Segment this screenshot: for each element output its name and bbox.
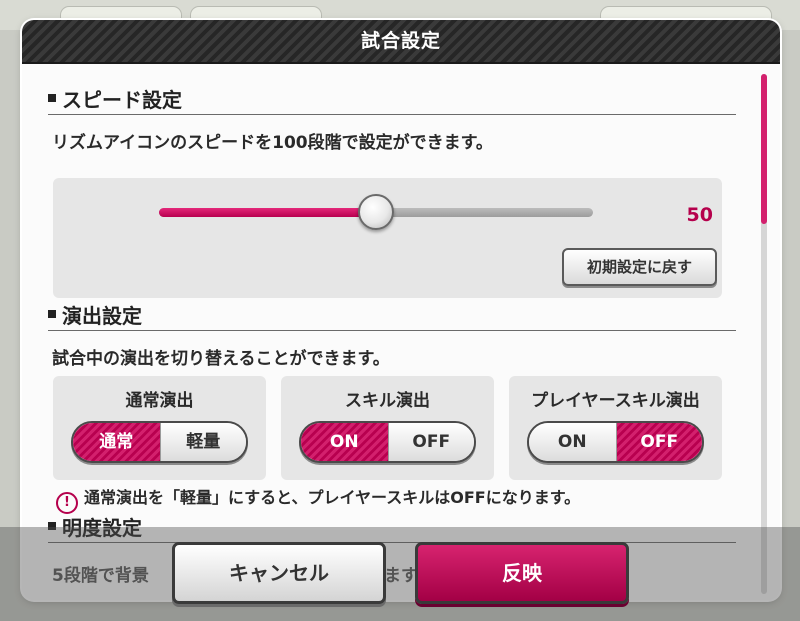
section-bullet-icon	[48, 94, 56, 102]
cancel-button[interactable]: キャンセル	[172, 542, 386, 604]
player-skill-effect-title: プレイヤースキル演出	[531, 391, 700, 411]
warning-text: 通常演出を「軽量」にすると、プレイヤースキルはOFFになります。	[84, 488, 581, 507]
speed-description: リズムアイコンのスピードを100段階で設定ができます。	[52, 133, 493, 153]
effects-description: 試合中の演出を切り替えることができます。	[52, 349, 390, 369]
normal-option[interactable]: 通常	[73, 423, 160, 461]
normal-effect-card: 通常演出 通常 軽量	[53, 376, 266, 480]
player-skill-on-option[interactable]: ON	[529, 423, 616, 461]
speed-section-heading: スピード設定	[48, 86, 736, 115]
player-skill-effect-toggle[interactable]: ON OFF	[527, 421, 704, 463]
scrollbar-thumb[interactable]	[761, 74, 767, 224]
dialog-content: スピード設定 リズムアイコンのスピードを100段階で設定ができます。 50 初期…	[22, 64, 780, 600]
skill-effect-card: スキル演出 ON OFF	[281, 376, 494, 480]
skill-effect-off-option[interactable]: OFF	[387, 423, 474, 461]
light-option[interactable]: 軽量	[159, 423, 246, 461]
dialog-title: 試合設定	[22, 20, 780, 64]
skill-effect-toggle[interactable]: ON OFF	[299, 421, 476, 463]
exclamation-circle-icon: !	[56, 492, 78, 514]
player-skill-off-option[interactable]: OFF	[615, 423, 702, 461]
scrollbar[interactable]	[761, 74, 767, 594]
reset-speed-button[interactable]: 初期設定に戻す	[562, 248, 717, 286]
normal-effect-title: 通常演出	[125, 391, 194, 411]
speed-slider-fill	[159, 208, 376, 217]
speed-slider-knob[interactable]	[358, 194, 394, 230]
speed-value: 50	[686, 204, 713, 226]
bottom-button-bar	[0, 527, 800, 621]
speed-heading-text: スピード設定	[62, 88, 182, 112]
effects-section-heading: 演出設定	[48, 302, 736, 331]
section-bullet-icon	[48, 310, 56, 318]
apply-button[interactable]: 反映	[415, 542, 629, 604]
effects-heading-text: 演出設定	[62, 304, 142, 328]
normal-effect-toggle[interactable]: 通常 軽量	[71, 421, 248, 463]
match-settings-dialog: 試合設定 スピード設定 リズムアイコンのスピードを100段階で設定ができます。 …	[22, 20, 780, 600]
player-skill-effect-card: プレイヤースキル演出 ON OFF	[509, 376, 722, 480]
speed-slider-panel: 50 初期設定に戻す	[53, 178, 722, 298]
skill-effect-title: スキル演出	[345, 391, 430, 411]
skill-effect-on-option[interactable]: ON	[301, 423, 388, 461]
effects-warning: ! 通常演出を「軽量」にすると、プレイヤースキルはOFFになります。	[56, 484, 580, 514]
